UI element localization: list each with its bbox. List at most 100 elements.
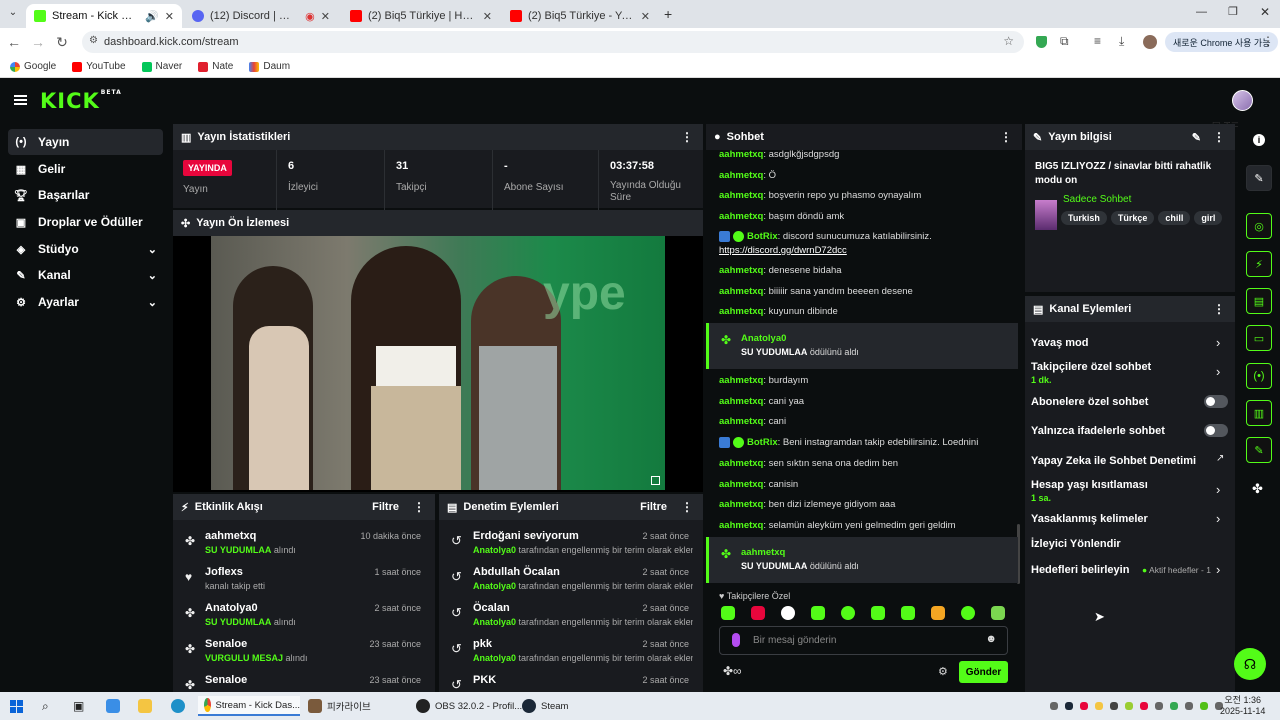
emote-icon[interactable] (841, 606, 855, 620)
tab-youtube-2[interactable]: (2) Biq5 Türkiye - YouTube ✕ (502, 4, 658, 28)
new-tab-button[interactable]: + (664, 6, 672, 22)
undo-icon[interactable]: ↺ (451, 677, 462, 692)
sidebar-item-studyo[interactable]: ◈ Stüdyo ⌄ (8, 236, 163, 262)
emoji-icon[interactable]: ☻ (985, 633, 997, 645)
panel-menu-icon[interactable]: ⋮ (1000, 130, 1012, 144)
filter-button[interactable]: Filtre (640, 501, 667, 513)
extensions-icon[interactable]: ⧉ (1060, 34, 1069, 49)
undo-icon[interactable]: ↺ (451, 569, 462, 585)
action-banned-words[interactable]: Yasaklanmış kelimeler (1031, 513, 1148, 525)
taskbar-app-steam[interactable]: Steam (522, 696, 568, 716)
action-ai-moderation[interactable]: Yapay Zeka ile Sohbet Denetimi (1031, 455, 1196, 467)
panel-menu-icon[interactable]: ⋮ (681, 130, 693, 144)
undo-icon[interactable]: ↺ (451, 533, 462, 549)
tab-kick-dashboard[interactable]: Stream - Kick Dashboard 🔊 ✕ (26, 4, 182, 28)
url-field[interactable]: ⚙ dashboard.kick.com/stream ☆ (82, 31, 1024, 53)
rail-button[interactable]: ⚡︎ (1246, 251, 1272, 277)
panel-menu-icon[interactable]: ⋮ (1213, 130, 1225, 144)
action-slow-mode[interactable]: Yavaş mod (1031, 337, 1088, 349)
rail-button[interactable]: ▥ (1246, 400, 1272, 426)
close-icon[interactable]: ✕ (165, 10, 174, 23)
chat-link[interactable]: https://discord.gg/dwrnD72dcc (719, 245, 847, 256)
reload-icon[interactable]: ↻ (50, 34, 74, 51)
sidebar-item-basarilar[interactable]: 🏆︎ Başarılar (8, 182, 163, 208)
chevron-right-icon[interactable]: › (1216, 335, 1220, 350)
panel-menu-icon[interactable]: ⋮ (681, 500, 693, 514)
undo-icon[interactable]: ↺ (451, 641, 462, 657)
rail-button[interactable]: ✎ (1246, 437, 1272, 463)
tag[interactable]: Turkish (1061, 211, 1107, 225)
sidebar-item-gelir[interactable]: ▦ Gelir (8, 156, 163, 182)
action-followers-only[interactable]: Takipçilere özel sohbet 1 dk. (1031, 361, 1151, 385)
sidebar-item-ayarlar[interactable]: ⚙ Ayarlar ⌄ (8, 289, 163, 315)
bookmark-naver[interactable]: Naver (141, 61, 182, 72)
chevron-right-icon[interactable]: › (1216, 562, 1220, 577)
action-set-goals[interactable]: Hedefleri belirleyin (1031, 564, 1129, 576)
microphone-icon[interactable] (732, 633, 740, 647)
panel-menu-icon[interactable]: ⋮ (413, 500, 425, 514)
system-tray[interactable] (1050, 696, 1223, 716)
rail-button[interactable]: ▭ (1246, 325, 1272, 351)
start-button[interactable] (10, 696, 23, 716)
category-name[interactable]: Sadece Sohbet (1063, 194, 1131, 205)
tag[interactable]: chill (1158, 211, 1191, 225)
emote-only-toggle[interactable] (1204, 424, 1228, 437)
back-icon[interactable]: ← (2, 34, 26, 50)
restore-button[interactable]: ❐ (1228, 5, 1238, 18)
subscribers-only-toggle[interactable] (1204, 395, 1228, 408)
rail-button[interactable]: ▤ (1246, 288, 1272, 314)
chat-input[interactable]: Bir mesaj gönderin ☻ (719, 626, 1008, 655)
chat-settings-icon[interactable]: ⚙ (938, 665, 948, 678)
external-link-icon[interactable]: ↗ (1216, 453, 1224, 464)
site-info-icon[interactable]: ⚙ (89, 35, 98, 46)
download-icon[interactable]: ⤓ (1119, 34, 1124, 49)
kick-logo[interactable]: KICKBETA (40, 89, 122, 113)
tab-search-icon[interactable]: ⌄ (6, 7, 20, 21)
close-window-button[interactable]: ✕ (1260, 5, 1270, 19)
emote-icon[interactable] (931, 606, 945, 620)
chevron-right-icon[interactable]: › (1216, 482, 1220, 497)
taskbar-app[interactable] (138, 696, 152, 716)
taskbar-app-obs[interactable]: OBS 32.0.2 - Profil... (416, 696, 522, 716)
chevron-right-icon[interactable]: › (1216, 511, 1220, 526)
tag[interactable]: girl (1194, 211, 1223, 225)
close-icon[interactable]: ✕ (483, 10, 492, 23)
emote-icon[interactable] (751, 606, 765, 620)
shield-extension-icon[interactable] (1036, 36, 1047, 48)
support-button[interactable]: ☊ (1234, 648, 1266, 680)
send-button[interactable]: Gönder (959, 661, 1008, 683)
taskbar-app[interactable] (106, 696, 120, 716)
edit-stream-button[interactable]: ✎ (1246, 165, 1272, 191)
search-icon[interactable]: ⌕ (42, 696, 49, 716)
emote-icon[interactable] (901, 606, 915, 620)
hamburger-menu-icon[interactable] (14, 95, 27, 105)
sidebar-item-kanal[interactable]: ✎ Kanal ⌄ (8, 262, 163, 288)
clock[interactable]: 오전 1:36 2025-11-14 (1220, 695, 1265, 717)
info-icon[interactable]: i (1253, 134, 1265, 146)
rail-button[interactable]: ◎ (1246, 213, 1272, 239)
category-thumbnail[interactable] (1035, 200, 1057, 230)
stream-video-preview[interactable]: ype (211, 236, 665, 490)
emote-icon[interactable] (781, 606, 795, 620)
panel-menu-icon[interactable]: ⋮ (1213, 302, 1225, 316)
close-icon[interactable]: ✕ (641, 10, 650, 23)
chevron-right-icon[interactable]: › (1216, 364, 1220, 379)
taskbar-app-picalive[interactable]: 피카라이브 (308, 696, 371, 716)
action-account-age[interactable]: Hesap yaşı kısıtlaması 1 sa. (1031, 479, 1148, 503)
edit-icon[interactable]: ✎ (1192, 131, 1201, 144)
bookmark-star-icon[interactable]: ☆ (1003, 34, 1014, 48)
fullscreen-icon[interactable] (651, 476, 660, 485)
user-avatar[interactable] (1232, 90, 1253, 111)
minimize-button[interactable]: — (1196, 6, 1207, 18)
points-icon[interactable]: ✤∞ (723, 664, 742, 678)
bookmark-google[interactable]: Google (10, 61, 56, 72)
taskbar-app[interactable] (171, 696, 185, 716)
profile-avatar-icon[interactable] (1143, 35, 1157, 49)
undo-icon[interactable]: ↺ (451, 605, 462, 621)
bookmark-nate[interactable]: Nate (198, 61, 233, 72)
emote-icon[interactable] (811, 606, 825, 620)
emote-icon[interactable] (721, 606, 735, 620)
sidebar-item-yayin[interactable]: (•) Yayın (8, 129, 163, 155)
tag[interactable]: Türkçe (1110, 211, 1155, 225)
sidebar-item-droplar[interactable]: ▣ Droplar ve Ödüller (8, 209, 163, 235)
